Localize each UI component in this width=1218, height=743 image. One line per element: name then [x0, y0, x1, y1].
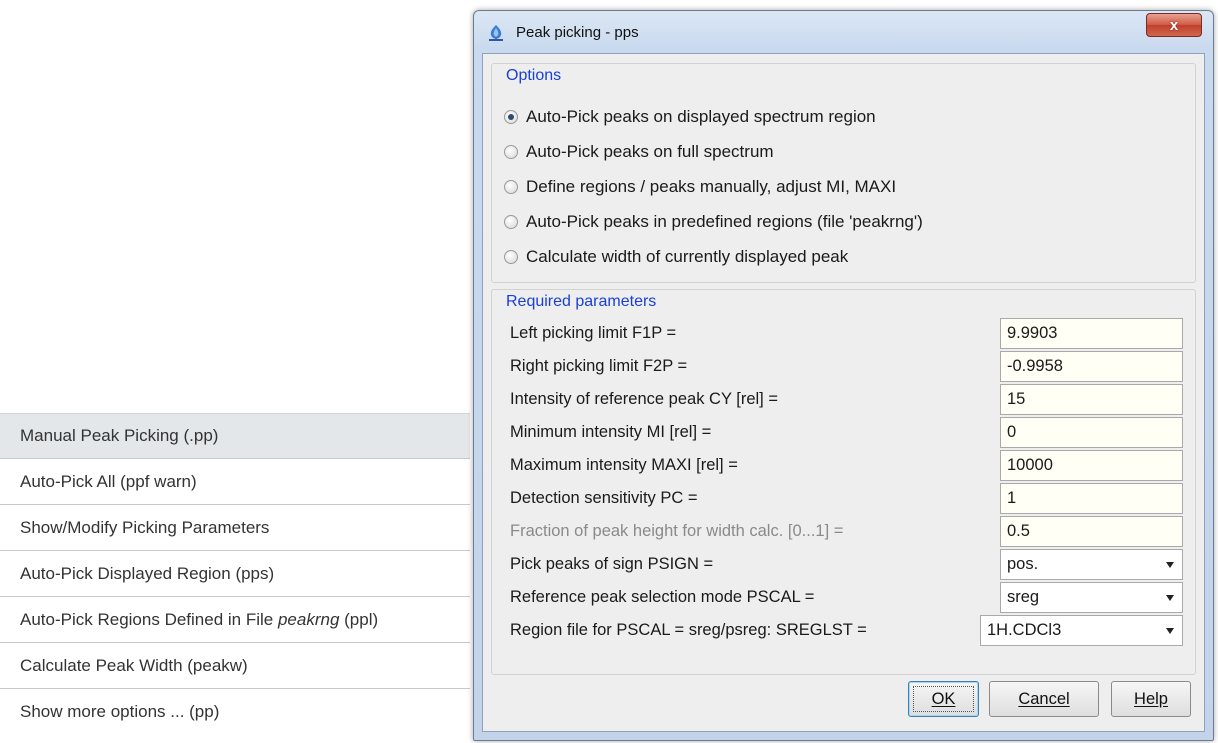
dropdown-arrow-icon[interactable] [1166, 562, 1174, 568]
f2p-input[interactable]: -0.9958 [1000, 351, 1183, 382]
menu-item-label-suffix: (ppl) [339, 609, 379, 629]
menu-item-label: Manual Peak Picking (.pp) [20, 426, 219, 445]
width-fraction-input[interactable]: 0.5 [1000, 516, 1183, 547]
menu-item-calculate-peak-width[interactable]: Calculate Peak Width (peakw) [0, 643, 470, 689]
cancel-button-label: Cancel [1018, 689, 1070, 708]
options-group: Options Auto-Pick peaks on displayed spe… [491, 63, 1196, 283]
menu-item-auto-pick-displayed-region[interactable]: Auto-Pick Displayed Region (pps) [0, 551, 470, 597]
menu-item-show-modify-parameters[interactable]: Show/Modify Picking Parameters [0, 505, 470, 551]
select-value: 1H.CDCl3 [987, 621, 1062, 639]
param-label: Pick peaks of sign PSIGN = [510, 555, 714, 573]
radio-label: Auto-Pick peaks on displayed spectrum re… [526, 107, 876, 126]
mi-input[interactable]: 0 [1000, 417, 1183, 448]
menu-item-auto-pick-regions-file[interactable]: Auto-Pick Regions Defined in File peakrn… [0, 597, 470, 643]
app-logo-icon [489, 25, 503, 41]
select-value: sreg [1007, 588, 1040, 606]
sreglst-select[interactable]: 1H.CDCl3 [980, 615, 1183, 646]
dialog-title: Peak picking - pps [516, 24, 639, 41]
dialog-body: Options Auto-Pick peaks on displayed spe… [482, 53, 1205, 732]
ok-button[interactable]: OK [908, 681, 979, 717]
radio-button[interactable] [504, 215, 518, 229]
select-value: pos. [1007, 555, 1039, 573]
focus-ring [913, 686, 974, 712]
param-label: Right picking limit F2P = [510, 357, 688, 375]
param-row-mi: Minimum intensity MI [rel] = 0 [504, 417, 1189, 448]
param-label: Region file for PSCAL = sreg/psreg: SREG… [510, 621, 867, 639]
parameters-group-title: Required parameters [504, 293, 659, 311]
menu-item-auto-pick-all[interactable]: Auto-Pick All (ppf warn) [0, 459, 470, 505]
close-icon: x [1169, 16, 1179, 34]
radio-auto-pick-full-spectrum[interactable]: Auto-Pick peaks on full spectrum [504, 142, 774, 162]
radio-label: Calculate width of currently displayed p… [526, 247, 849, 266]
radio-label: Auto-Pick peaks in predefined regions (f… [526, 212, 923, 231]
peak-picking-dialog: Peak picking - pps x Options Auto-Pick p… [473, 10, 1214, 741]
dropdown-arrow-icon[interactable] [1166, 595, 1174, 601]
radio-button-checked[interactable] [504, 110, 518, 124]
peak-picking-menu: Manual Peak Picking (.pp) Auto-Pick All … [0, 413, 470, 735]
param-row-psign: Pick peaks of sign PSIGN = pos. [504, 549, 1189, 580]
param-label: Reference peak selection mode PSCAL = [510, 588, 815, 606]
pscal-select[interactable]: sreg [1000, 582, 1183, 613]
help-button[interactable]: Help [1111, 681, 1191, 717]
menu-item-label: Show more options ... (pp) [20, 702, 220, 721]
param-row-width-fraction: Fraction of peak height for width calc. … [504, 516, 1189, 547]
cancel-button[interactable]: Cancel [989, 681, 1099, 717]
cy-input[interactable]: 15 [1000, 384, 1183, 415]
radio-calculate-peak-width[interactable]: Calculate width of currently displayed p… [504, 247, 848, 267]
dialog-titlebar[interactable]: Peak picking - pps x [474, 11, 1213, 53]
param-row-pscal: Reference peak selection mode PSCAL = sr… [504, 582, 1189, 613]
help-button-label: Help [1134, 689, 1168, 708]
param-label: Minimum intensity MI [rel] = [510, 423, 712, 441]
menu-item-label: Calculate Peak Width (peakw) [20, 655, 248, 675]
param-label: Intensity of reference peak CY [rel] = [510, 390, 778, 408]
menu-item-label: Show/Modify Picking Parameters [20, 517, 270, 537]
radio-button[interactable] [504, 180, 518, 194]
radio-label: Define regions / peaks manually, adjust … [526, 177, 897, 196]
param-label: Detection sensitivity PC = [510, 489, 698, 507]
param-label: Left picking limit F1P = [510, 324, 677, 342]
param-row-maxi: Maximum intensity MAXI [rel] = 10000 [504, 450, 1189, 481]
radio-button[interactable] [504, 250, 518, 264]
f1p-input[interactable]: 9.9903 [1000, 318, 1183, 349]
pc-input[interactable]: 1 [1000, 483, 1183, 514]
param-label: Fraction of peak height for width calc. … [510, 522, 844, 540]
maxi-input[interactable]: 10000 [1000, 450, 1183, 481]
param-row-f1p: Left picking limit F1P = 9.9903 [504, 318, 1189, 349]
options-group-title: Options [504, 67, 564, 85]
parameters-group: Required parameters Left picking limit F… [491, 289, 1196, 675]
radio-auto-pick-displayed-region[interactable]: Auto-Pick peaks on displayed spectrum re… [504, 107, 876, 127]
radio-label: Auto-Pick peaks on full spectrum [526, 142, 774, 161]
menu-item-label: Auto-Pick All (ppf warn) [20, 471, 197, 491]
menu-item-label: Auto-Pick Displayed Region (pps) [20, 563, 275, 583]
menu-item-label-prefix: Auto-Pick Regions Defined in File [20, 609, 278, 629]
param-row-pc: Detection sensitivity PC = 1 [504, 483, 1189, 514]
menu-item-label-filename: peakrng [277, 609, 340, 629]
param-label: Maximum intensity MAXI [rel] = [510, 456, 738, 474]
radio-define-regions-manually[interactable]: Define regions / peaks manually, adjust … [504, 177, 896, 197]
radio-auto-pick-predefined-regions[interactable]: Auto-Pick peaks in predefined regions (f… [504, 212, 923, 232]
close-button[interactable]: x [1146, 13, 1202, 37]
menu-item-manual-peak-picking[interactable]: Manual Peak Picking (.pp) [0, 413, 470, 459]
param-row-f2p: Right picking limit F2P = -0.9958 [504, 351, 1189, 382]
radio-button[interactable] [504, 145, 518, 159]
dropdown-arrow-icon[interactable] [1166, 628, 1174, 634]
menu-item-show-more-options[interactable]: Show more options ... (pp) [0, 689, 470, 735]
screen: Manual Peak Picking (.pp) Auto-Pick All … [0, 0, 1218, 743]
param-row-sreglst: Region file for PSCAL = sreg/psreg: SREG… [504, 615, 1189, 646]
param-row-cy: Intensity of reference peak CY [rel] = 1… [504, 384, 1189, 415]
psign-select[interactable]: pos. [1000, 549, 1183, 580]
